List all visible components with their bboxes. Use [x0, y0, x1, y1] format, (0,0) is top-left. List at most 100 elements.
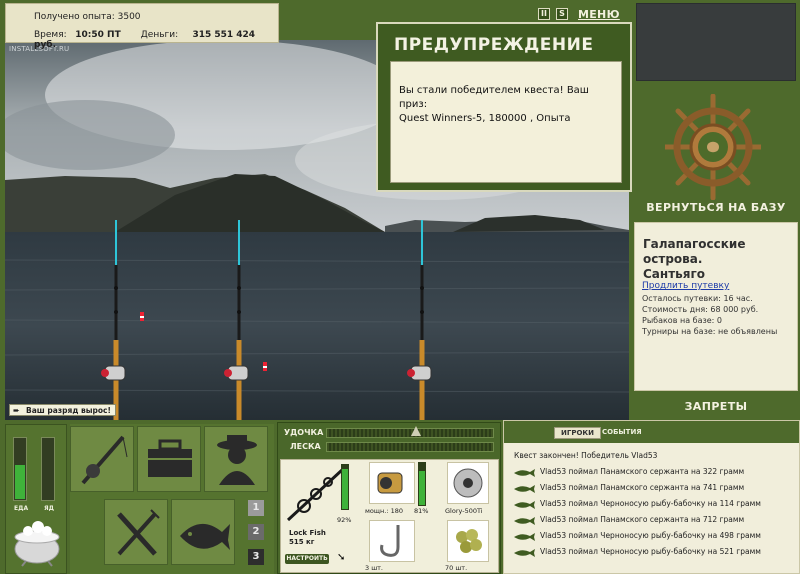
poison-bar: [41, 437, 55, 501]
fish-icon: [514, 501, 535, 509]
player-stats-panel: Получено опыта: 3500 Время: 10:50 ПТ Ден…: [5, 3, 279, 50]
map-placeholder: [636, 3, 796, 81]
setup-button[interactable]: НАСТРОИТЬ: [285, 554, 329, 564]
fish-icon: [514, 485, 535, 493]
arrow-icon: ➨: [13, 406, 20, 415]
sound-button[interactable]: S: [556, 8, 568, 20]
location-line-2: Сантьяго: [643, 267, 705, 281]
warning-line-1: Вы стали победителем квеста! Ваш приз:: [399, 85, 589, 110]
line-label: ЛЕСКА: [290, 442, 321, 451]
log-row: Vlad53 поймал Панамского сержанта на 712…: [510, 513, 795, 527]
return-to-base-button[interactable]: ВЕРНУТЬСЯ НА БАЗУ: [636, 201, 796, 214]
food-fill: [15, 464, 25, 499]
location-line-1: Галапагосские острова.: [643, 237, 746, 266]
float-marker: [140, 312, 144, 321]
xp-label: Получено опыта:: [34, 12, 115, 22]
quest-finished-message: Квест закончен! Победитель Vlad53: [514, 451, 658, 460]
cauldron-icon[interactable]: [10, 517, 64, 571]
time-label: Время:: [34, 30, 67, 40]
reel-slot[interactable]: [369, 462, 415, 504]
rank-up-toast: ➨ Ваш разряд вырос!: [9, 404, 116, 416]
reel-power: мощн.: 180: [365, 507, 403, 515]
hook-icon: [380, 525, 400, 557]
page-1-button[interactable]: 1: [248, 500, 264, 516]
log-row-text: Vlad53 поймал Черноносую рыбу-бабочку на…: [540, 531, 761, 540]
tackle-box-icon: [148, 439, 192, 477]
bait-slot[interactable]: [447, 520, 489, 562]
rod-icon: [81, 435, 128, 485]
time-value: 10:50 ПТ: [75, 30, 121, 40]
ship-wheel-icon[interactable]: [662, 93, 764, 204]
extend-trip-link[interactable]: Продлить путевку: [642, 281, 729, 291]
tab-events[interactable]: СОБЫТИЯ: [602, 428, 642, 436]
page-2-button[interactable]: 2: [248, 524, 264, 540]
fish-icon: [514, 533, 535, 541]
menu-button[interactable]: МЕНЮ: [578, 8, 620, 21]
tackle-panel: УДОЧКА ЛЕСКА 92% Lock Fish 515 кг НАСТРО…: [277, 422, 501, 574]
line-slot[interactable]: [447, 462, 489, 504]
kitchen-button[interactable]: [104, 499, 168, 565]
fish-icon: [514, 517, 535, 525]
log-row: Vlad53 поймал Черноносую рыбу-бабочку на…: [510, 497, 795, 511]
fish-icon: [514, 469, 535, 477]
rod-weight: 515 кг: [289, 538, 315, 546]
hooks-quantity: 3 шт.: [365, 564, 384, 572]
rod-percent: 92%: [337, 516, 352, 524]
log-row-text: Vlad53 поймал Черноносую рыбу-бабочку на…: [540, 547, 761, 556]
money-label: Деньги:: [140, 30, 179, 40]
warning-title: ПРЕДУПРЕЖДЕНИЕ: [394, 35, 594, 55]
fish-icon: [180, 523, 230, 550]
warning-line-2: Quest Winners-5, 180000 , Опыта: [399, 113, 571, 124]
food-bar: [13, 437, 27, 501]
line-slider[interactable]: [326, 442, 494, 452]
rod-name: Lock Fish: [289, 529, 326, 537]
food-label: ЕДА: [14, 505, 29, 512]
slider-thumb[interactable]: [411, 426, 421, 436]
tackle-box-button[interactable]: [137, 426, 201, 492]
equipment-box: 92% Lock Fish 515 кг НАСТРОИТЬ ➘ мощн.: …: [280, 459, 499, 573]
rod-label: УДОЧКА: [284, 428, 324, 437]
reel-durability-bar: [418, 462, 426, 506]
tackle-button[interactable]: [70, 426, 134, 492]
info-fishers: Рыбаков на базе: 0: [642, 316, 722, 325]
rod-reel-image: [284, 464, 344, 528]
rod-slider[interactable]: [326, 426, 494, 438]
tab-players[interactable]: ИГРОКИ: [554, 427, 601, 439]
reel-percent: 81%: [414, 507, 429, 515]
bans-button[interactable]: ЗАПРЕТЫ: [636, 400, 796, 413]
bait-icon: [456, 529, 482, 553]
log-row-text: Vlad53 поймал Черноносую рыбу-бабочку на…: [540, 499, 761, 508]
fish-catch-button[interactable]: [171, 499, 235, 565]
page-3-button[interactable]: 3: [248, 549, 264, 565]
log-row: Vlad53 поймал Черноносую рыбу-бабочку на…: [510, 529, 795, 543]
poison-label: ЯД: [44, 505, 54, 512]
location-panel: Галапагосские острова. Сантьяго Продлить…: [634, 222, 798, 391]
warning-message: Вы стали победителем квеста! Ваш приз: Q…: [390, 61, 622, 183]
log-row: Vlad53 поймал Панамского сержанта на 322…: [510, 465, 795, 479]
arrow-down-right-icon: ➘: [337, 552, 346, 563]
info-trip-left: Осталось путевки: 16 час.: [642, 294, 753, 303]
log-row-text: Vlad53 поймал Панамского сержанта на 741…: [540, 483, 745, 492]
xp-value: 3500: [117, 12, 141, 22]
knife-fork-icon: [117, 509, 160, 556]
reel-icon: [377, 472, 403, 494]
info-tournaments: Турниры на базе: не объявлены: [642, 327, 778, 336]
fisherman-icon: [217, 435, 257, 485]
warning-dialog: ПРЕДУПРЕЖДЕНИЕ Вы стали победителем квес…: [376, 22, 632, 192]
pause-button[interactable]: II: [538, 8, 550, 20]
info-day-cost: Стоимость дня: 68 000 руб.: [642, 305, 759, 314]
action-icon-grid: 1 2 3: [70, 424, 274, 574]
line-name: Glory-500Ti: [445, 507, 483, 515]
hook-slot[interactable]: [369, 520, 415, 562]
log-row: Vlad53 поймал Черноносую рыбу-бабочку на…: [510, 545, 795, 559]
toast-text: Ваш разряд вырос!: [26, 406, 111, 415]
status-gauges: ЕДА ЯД: [5, 424, 67, 574]
fisherman-button[interactable]: [204, 426, 268, 492]
fish-icon: [514, 549, 535, 557]
event-log: ИГРОКИ СОБЫТИЯ Квест закончен! Победител…: [503, 420, 800, 574]
rod-durability-bar: [341, 464, 349, 510]
bait-quantity: 70 шт.: [445, 564, 468, 572]
location-title: Галапагосские острова. Сантьяго: [643, 237, 797, 282]
line-spool-icon: [453, 468, 483, 498]
log-row-text: Vlad53 поймал Панамского сержанта на 322…: [540, 467, 745, 476]
